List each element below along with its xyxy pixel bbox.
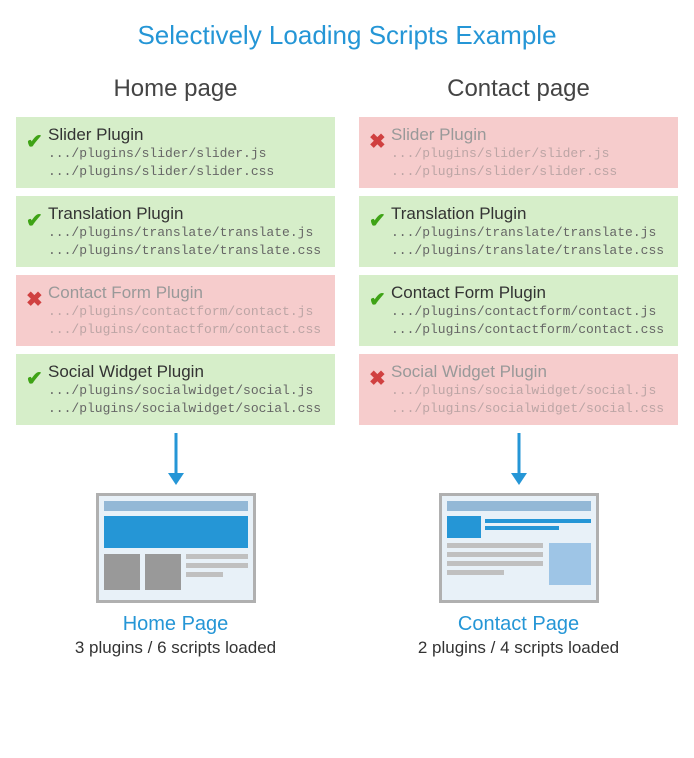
plugin-row: ✔Slider Plugin.../plugins/slider/slider.… [16, 117, 335, 188]
check-icon: ✔ [369, 208, 391, 233]
arrow-down-icon [359, 433, 678, 487]
home-page-mockup [96, 493, 256, 603]
column-contact: Contact page✖Slider Plugin.../plugins/sl… [359, 75, 678, 658]
plugin-file: .../plugins/contactform/contact.js [391, 303, 668, 321]
plugin-file: .../plugins/socialwidget/social.css [391, 400, 668, 418]
plugin-file: .../plugins/translate/translate.js [48, 224, 325, 242]
plugin-name: Slider Plugin [48, 125, 325, 145]
page-stats: 2 plugins / 4 scripts loaded [359, 638, 678, 658]
plugin-file: .../plugins/translate/translate.css [391, 242, 668, 260]
plugin-row: ✔Contact Form Plugin.../plugins/contactf… [359, 275, 678, 346]
plugin-name: Contact Form Plugin [48, 283, 325, 303]
plugin-name: Social Widget Plugin [391, 362, 668, 382]
cross-icon: ✖ [369, 129, 391, 154]
check-icon: ✔ [26, 208, 48, 233]
check-icon: ✔ [369, 287, 391, 312]
page-name: Contact Page [359, 613, 678, 636]
plugin-file: .../plugins/slider/slider.js [391, 145, 668, 163]
column-header: Contact page [359, 75, 678, 103]
arrow-down-icon [16, 433, 335, 487]
plugin-row: ✔Social Widget Plugin.../plugins/socialw… [16, 354, 335, 425]
column-home: Home page✔Slider Plugin.../plugins/slide… [16, 75, 335, 658]
plugin-row: ✖Social Widget Plugin.../plugins/socialw… [359, 354, 678, 425]
plugin-file: .../plugins/contactform/contact.js [48, 303, 325, 321]
plugin-name: Social Widget Plugin [48, 362, 325, 382]
plugin-file: .../plugins/contactform/contact.css [48, 321, 325, 339]
plugin-file: .../plugins/contactform/contact.css [391, 321, 668, 339]
plugin-row: ✖Contact Form Plugin.../plugins/contactf… [16, 275, 335, 346]
check-icon: ✔ [26, 366, 48, 391]
diagram-title: Selectively Loading Scripts Example [16, 20, 678, 51]
plugin-name: Slider Plugin [391, 125, 668, 145]
column-header: Home page [16, 75, 335, 103]
plugin-file: .../plugins/translate/translate.css [48, 242, 325, 260]
plugin-row: ✔Translation Plugin.../plugins/translate… [16, 196, 335, 267]
page-stats: 3 plugins / 6 scripts loaded [16, 638, 335, 658]
plugin-file: .../plugins/socialwidget/social.js [48, 382, 325, 400]
cross-icon: ✖ [369, 366, 391, 391]
plugin-file: .../plugins/socialwidget/social.js [391, 382, 668, 400]
plugin-file: .../plugins/translate/translate.js [391, 224, 668, 242]
plugin-row: ✖Slider Plugin.../plugins/slider/slider.… [359, 117, 678, 188]
columns: Home page✔Slider Plugin.../plugins/slide… [16, 75, 678, 658]
plugin-file: .../plugins/slider/slider.css [48, 163, 325, 181]
plugin-name: Translation Plugin [48, 204, 325, 224]
contact-page-mockup [439, 493, 599, 603]
page-name: Home Page [16, 613, 335, 636]
plugin-file: .../plugins/socialwidget/social.css [48, 400, 325, 418]
cross-icon: ✖ [26, 287, 48, 312]
plugin-file: .../plugins/slider/slider.js [48, 145, 325, 163]
plugin-name: Translation Plugin [391, 204, 668, 224]
check-icon: ✔ [26, 129, 48, 154]
plugin-name: Contact Form Plugin [391, 283, 668, 303]
plugin-file: .../plugins/slider/slider.css [391, 163, 668, 181]
plugin-row: ✔Translation Plugin.../plugins/translate… [359, 196, 678, 267]
